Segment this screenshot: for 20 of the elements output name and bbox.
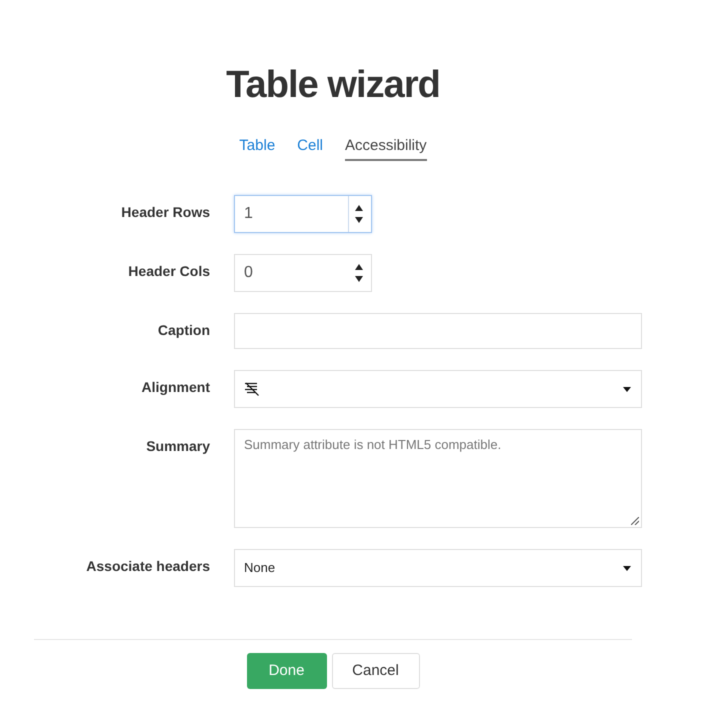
dialog-title: Table wizard xyxy=(226,66,440,104)
caret-down-icon xyxy=(623,386,631,392)
select-field[interactable]: None xyxy=(234,549,642,587)
input-field[interactable] xyxy=(234,313,642,349)
number-field[interactable]: 0 xyxy=(234,254,372,292)
textarea-field[interactable]: Summary attribute is not HTML5 compatible. xyxy=(234,429,642,528)
field-label: Header Rows xyxy=(121,204,210,220)
number-field[interactable]: 1 xyxy=(234,195,372,233)
field-label: Alignment xyxy=(142,379,210,395)
tab[interactable]: Cell xyxy=(297,136,323,161)
cancel-button[interactable]: Cancel xyxy=(332,653,420,689)
lines-slash-icon xyxy=(245,382,259,396)
field-label: Summary xyxy=(146,438,210,454)
field-label: Header Cols xyxy=(128,263,210,279)
field-label: Associate headers xyxy=(86,558,210,574)
field-label: Caption xyxy=(158,322,210,338)
tab[interactable]: Table xyxy=(239,136,276,161)
resize-handle-icon[interactable] xyxy=(631,517,639,525)
tab[interactable]: Accessibility xyxy=(345,136,427,161)
caret-down-icon xyxy=(623,566,631,570)
